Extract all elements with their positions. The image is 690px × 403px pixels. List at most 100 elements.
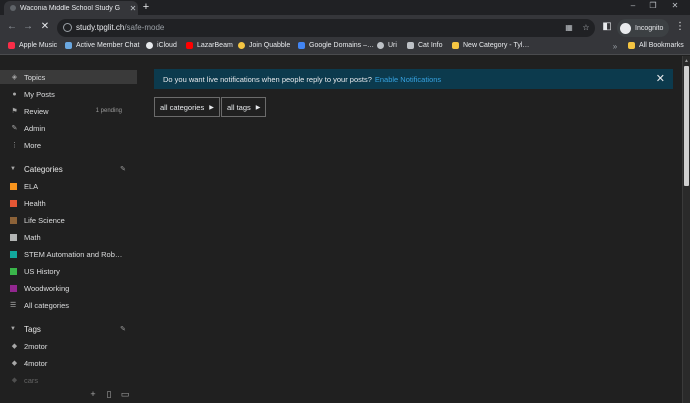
bookmark-cat-info[interactable]: Cat Info	[407, 42, 443, 49]
sidebar-item-topics[interactable]: ◈ Topics	[0, 70, 137, 84]
desktop-icon[interactable]: ▭	[120, 389, 130, 400]
page-scrollbar[interactable]: ▲	[682, 56, 690, 403]
bookmark-join-quabble[interactable]: Join Quabble	[238, 42, 290, 49]
pending-count: 1 pending	[95, 108, 122, 114]
add-icon[interactable]: +	[88, 389, 98, 399]
tag-filter-dropdown[interactable]: all tags ▶	[221, 97, 267, 117]
bookmark-new-category[interactable]: New Category - Tyl…	[452, 42, 529, 49]
banner-text: Do you want live notifications when peop…	[163, 74, 372, 84]
browser-tab[interactable]: Waconia Middle School Study G ✕	[4, 1, 138, 15]
category-all[interactable]: ☰ All categories	[10, 298, 134, 312]
side-panel-icon[interactable]: ◧	[601, 21, 613, 33]
edit-tags-icon[interactable]: ✎	[120, 325, 126, 333]
qr-code-icon[interactable]: ▦	[564, 23, 574, 32]
tag-icon: ◆	[11, 377, 18, 384]
address-bar[interactable]: study.tpglit.ch/safe-mode ▦ ☆	[57, 19, 595, 37]
category-woodworking[interactable]: Woodworking	[10, 281, 134, 295]
enable-notifications-link[interactable]: Enable Notifications	[375, 75, 441, 84]
category-color-swatch	[10, 267, 17, 275]
bookmarks-bar: Apple Music Active Member Chat iCloud La…	[0, 39, 690, 55]
stack-icon: ◈	[11, 74, 18, 81]
tab-loading-icon	[10, 5, 16, 11]
category-color-swatch	[10, 216, 17, 224]
bookmark-icloud[interactable]: iCloud	[146, 42, 177, 49]
edit-categories-icon[interactable]: ✎	[120, 165, 126, 173]
category-color-swatch	[10, 233, 17, 241]
apple-icon	[146, 42, 153, 49]
bookmarks-overflow-icon[interactable]: »	[609, 41, 621, 53]
list-icon: ☰	[10, 302, 17, 309]
incognito-label: Incognito	[635, 24, 664, 32]
bookmark-google-domains[interactable]: Google Domains –…	[298, 42, 374, 49]
sidebar-footer: + ▯ ▭	[0, 387, 137, 403]
category-stem[interactable]: STEM Automation and Rob…	[10, 247, 134, 261]
chat-icon	[65, 42, 72, 49]
categories-section-header[interactable]: ▼ Categories ✎	[10, 162, 130, 176]
bookmark-active-member-chat[interactable]: Active Member Chat	[65, 42, 139, 49]
caret-right-icon: ▶	[209, 104, 214, 111]
folder-icon	[628, 42, 635, 49]
close-icon[interactable]: ✕	[656, 72, 665, 85]
category-color-swatch	[10, 250, 17, 258]
tag-2motor[interactable]: ◆ 2motor	[10, 339, 130, 353]
category-color-swatch	[10, 284, 17, 292]
url-text[interactable]: study.tpglit.ch/safe-mode	[76, 23, 164, 32]
sidebar-item-my-posts[interactable]: ● My Posts	[10, 87, 130, 101]
tab-close-icon[interactable]: ✕	[128, 4, 138, 13]
main-content: Do you want live notifications when peop…	[137, 56, 682, 403]
forward-button[interactable]: →	[22, 21, 34, 33]
category-filter-dropdown[interactable]: all categories ▶	[154, 97, 220, 117]
caret-right-icon: ▶	[255, 104, 261, 111]
maximize-button[interactable]: ❐	[647, 1, 659, 10]
bookmark-apple-music[interactable]: Apple Music	[8, 42, 57, 49]
sidebar: ◈ Topics ● My Posts ⚑ Review 1 pending ✎ Admi…	[0, 56, 137, 403]
notification-banner: Do you want live notifications when peop…	[154, 69, 673, 89]
sidebar-item-more[interactable]: ⋮ More	[10, 138, 130, 152]
user-icon: ●	[12, 90, 17, 98]
category-color-swatch	[10, 182, 17, 190]
chevron-down-icon: ▼	[10, 326, 16, 332]
bookmark-star-icon[interactable]: ☆	[581, 23, 591, 32]
google-domains-icon	[298, 42, 305, 49]
scroll-up-icon[interactable]: ▲	[684, 58, 689, 64]
tab-title: Waconia Middle School Study G	[20, 4, 121, 12]
category-life-science[interactable]: Life Science	[10, 213, 134, 227]
category-color-swatch	[10, 199, 17, 207]
back-button[interactable]: ←	[6, 21, 18, 33]
youtube-icon	[186, 42, 193, 49]
incognito-icon	[620, 22, 631, 34]
tags-section-header[interactable]: ▼ Tags ✎	[10, 322, 130, 336]
category-math[interactable]: Math	[10, 230, 134, 244]
site-info-icon[interactable]	[63, 23, 72, 32]
flag-icon: ⚑	[11, 108, 18, 115]
bookmark-all-bookmarks[interactable]: All Bookmarks	[628, 42, 684, 49]
tag-4motor[interactable]: ◆ 4motor	[10, 356, 130, 370]
category-flag-icon	[452, 42, 459, 49]
scroll-thumb[interactable]	[684, 66, 689, 186]
window-close-button[interactable]: ✕	[669, 1, 681, 10]
globe-icon	[377, 42, 384, 49]
wrench-icon: ✎	[11, 125, 18, 132]
apple-music-icon	[8, 42, 15, 49]
browser-menu-icon[interactable]: ⋮	[674, 21, 686, 33]
category-us-history[interactable]: US History	[10, 264, 134, 278]
new-tab-button[interactable]: +	[140, 1, 152, 13]
link-icon	[407, 42, 414, 49]
ellipsis-icon: ⋮	[11, 142, 18, 149]
tag-cars[interactable]: ◆ cars	[10, 373, 130, 387]
tab-strip: Waconia Middle School Study G ✕ + – ❐ ✕	[0, 0, 690, 15]
mobile-icon[interactable]: ▯	[104, 389, 114, 400]
tag-icon: ◆	[11, 360, 18, 367]
tag-icon: ◆	[11, 343, 18, 350]
category-ela[interactable]: ELA	[10, 179, 134, 193]
chevron-down-icon: ▼	[10, 166, 16, 172]
bookmark-uri[interactable]: Uri	[377, 42, 397, 49]
minimize-button[interactable]: –	[627, 1, 639, 10]
stop-loading-button[interactable]: ✕	[39, 21, 51, 33]
sidebar-item-admin[interactable]: ✎ Admin	[10, 121, 130, 135]
sidebar-item-review[interactable]: ⚑ Review 1 pending	[10, 104, 130, 118]
bookmark-lazarbeam[interactable]: LazarBeam	[186, 42, 233, 49]
category-health[interactable]: Health	[10, 196, 134, 210]
quabble-icon	[238, 42, 245, 49]
incognito-indicator[interactable]: Incognito	[617, 19, 669, 37]
